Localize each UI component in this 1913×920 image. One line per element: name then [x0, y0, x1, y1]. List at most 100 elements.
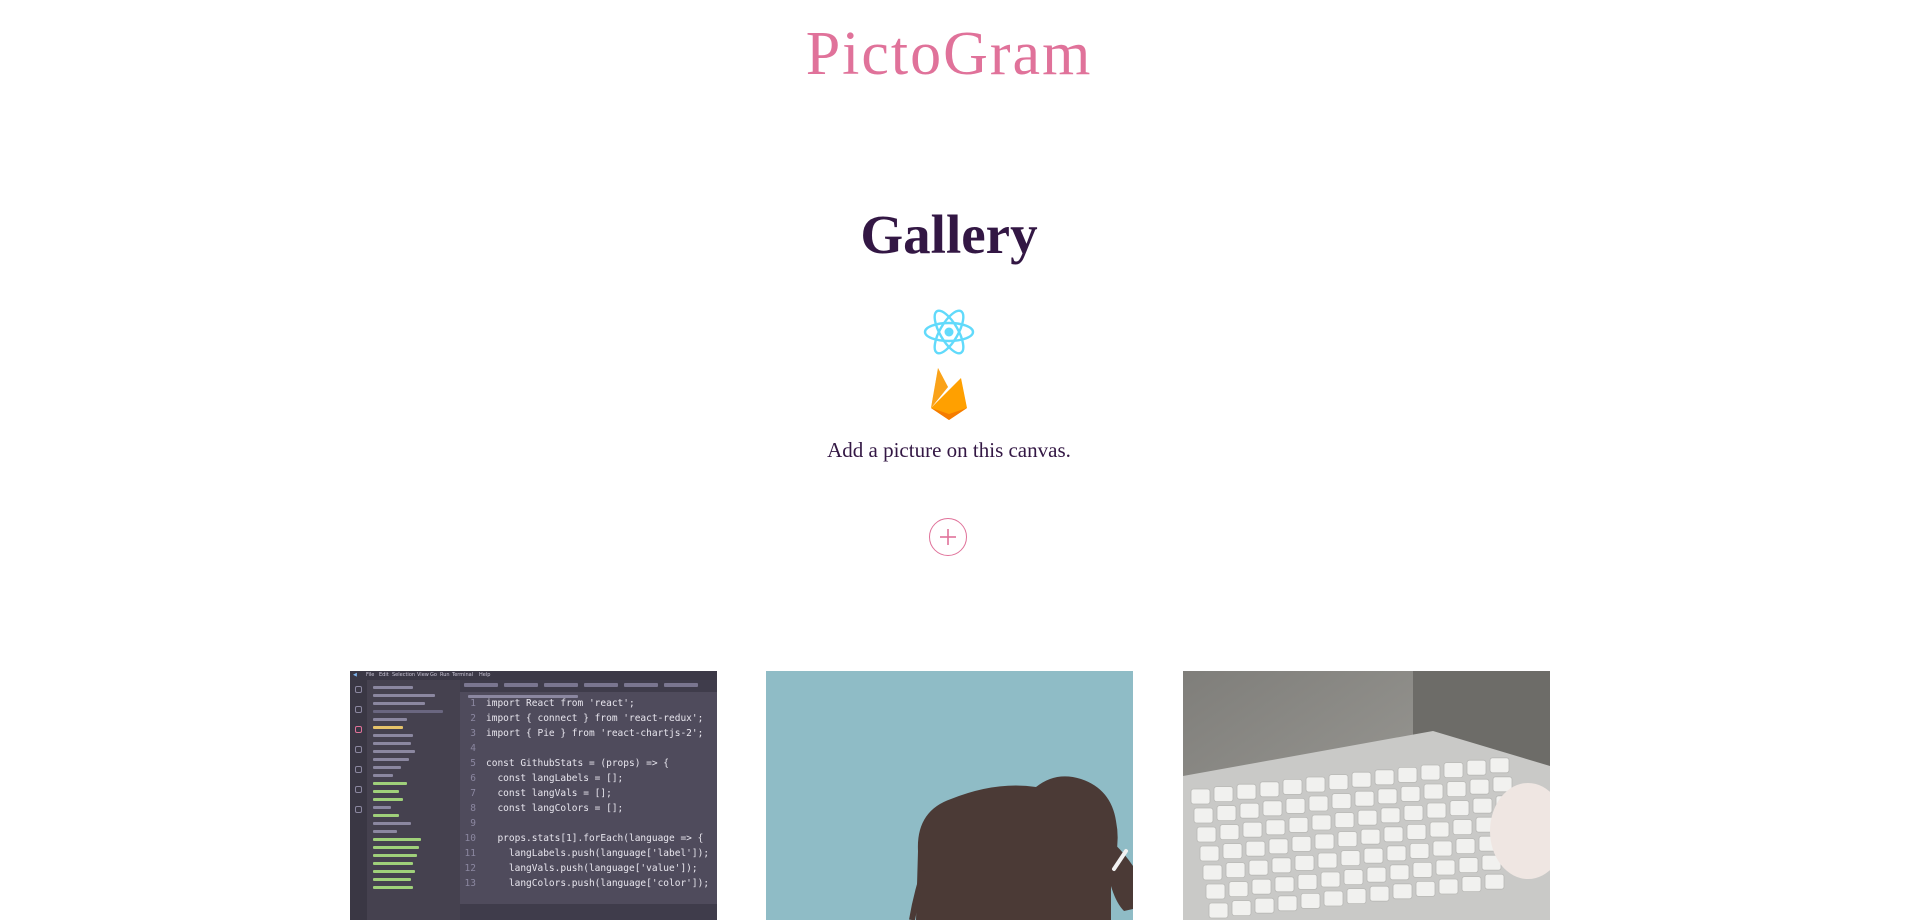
keyboard-key: [1208, 902, 1229, 919]
keyboard-key: [1389, 864, 1410, 881]
gallery-item-elephant[interactable]: [766, 671, 1133, 920]
keyboard-key: [1446, 781, 1467, 797]
keyboard-key: [1406, 823, 1427, 840]
menu-item: File: [366, 672, 375, 678]
keyboard-key: [1484, 873, 1505, 890]
keyboard-key: [1412, 861, 1433, 878]
keyboard-key: [1314, 833, 1335, 850]
keyboard-key: [1403, 804, 1424, 821]
keyboard-key: [1449, 800, 1470, 817]
firebase-logo-icon: [931, 368, 967, 420]
menu-item: Go: [430, 672, 437, 678]
keyboard-key: [1205, 883, 1226, 900]
code-line: 7 const langVals = [];: [470, 788, 612, 799]
react-logo-icon: [923, 309, 975, 355]
keyboard-key: [1199, 845, 1220, 862]
keyboard-key: [1222, 843, 1243, 860]
keyboard-key: [1242, 821, 1263, 838]
gallery-item-code-editor[interactable]: ◀ File Edit Selection View Go Run Termin…: [350, 671, 717, 920]
editor-terminal-panel: [460, 904, 717, 920]
vscode-logo-icon: ◀: [353, 672, 357, 678]
editor-file-explorer: [367, 680, 460, 920]
keyboard-photo: [1183, 671, 1550, 920]
keyboard-key: [1328, 774, 1349, 790]
keyboard-key: [1392, 883, 1413, 900]
code-line: 5 const GithubStats = (props) => {: [470, 758, 670, 769]
keyboard-key: [1213, 786, 1234, 802]
menu-item: Selection: [392, 672, 416, 678]
keyboard-key: [1334, 812, 1355, 829]
code-line: 1 import React from 'react';: [470, 698, 635, 709]
keyboard-key: [1374, 769, 1395, 786]
keyboard-key: [1248, 859, 1269, 876]
keyboard-key: [1236, 783, 1257, 800]
keyboard-key: [1231, 900, 1252, 917]
keyboard-key: [1320, 871, 1341, 888]
menu-item: Run: [440, 672, 450, 678]
plus-icon: [940, 529, 956, 545]
keyboard-key: [1377, 788, 1398, 805]
keyboard-key: [1435, 859, 1456, 876]
keyboard-key: [1420, 764, 1441, 781]
keyboard-key: [1282, 779, 1303, 795]
keyboard-key: [1323, 890, 1344, 907]
keyboard-key: [1423, 783, 1444, 800]
code-line: 6 const langLabels = [];: [470, 773, 624, 784]
keyboard-key: [1245, 840, 1266, 857]
keyboard-key: [1219, 824, 1240, 841]
keyboard-key: [1489, 757, 1510, 774]
keyboard-key: [1351, 771, 1372, 788]
keyboard-key: [1409, 842, 1430, 859]
keyboard-key: [1216, 805, 1237, 822]
keyboard-key: [1360, 828, 1381, 845]
keyboard-key: [1285, 798, 1306, 814]
keyboard-key: [1196, 826, 1217, 843]
keyboard-key: [1469, 778, 1490, 795]
editor-code-area: 1 import React from 'react'; 2 import { co…: [460, 698, 717, 920]
keyboard-key: [1415, 880, 1436, 897]
keyboard-key: [1343, 869, 1364, 886]
keyboard-key: [1288, 816, 1309, 833]
keyboard-key: [1259, 781, 1280, 798]
keyboard-key: [1397, 767, 1418, 783]
brand-title[interactable]: PictoGram: [0, 14, 1898, 94]
code-line: 3 import { Pie } from 'react-chartjs-2';: [470, 728, 704, 739]
keyboard-key: [1305, 776, 1326, 793]
add-picture-button[interactable]: [929, 518, 967, 556]
menu-item: Help: [479, 672, 491, 678]
gallery-subtitle: Add a picture on this canvas.: [827, 438, 1071, 462]
keyboard-key: [1366, 866, 1387, 883]
keyboard-key: [1193, 807, 1214, 824]
keyboard-key: [1432, 840, 1453, 857]
keyboard-key: [1443, 762, 1464, 778]
keyboard-key: [1268, 838, 1289, 855]
keyboard-key: [1461, 876, 1482, 893]
keyboard-key: [1383, 826, 1404, 843]
code-line: 4: [470, 743, 476, 754]
keyboard-key: [1294, 854, 1315, 871]
keyboard-key: [1369, 885, 1390, 902]
code-line: 13 langColors.push(language['color']);: [464, 878, 710, 889]
keyboard-key: [1346, 888, 1367, 905]
keyboard-key: [1458, 857, 1479, 874]
keyboard-key: [1354, 790, 1375, 807]
keyboard-key: [1308, 795, 1329, 812]
editor-activity-bar: [350, 680, 367, 920]
keyboard-key: [1429, 821, 1450, 838]
keyboard-key: [1274, 876, 1295, 893]
keyboard-key: [1340, 850, 1361, 867]
code-line: 12 langVals.push(language['value']);: [464, 863, 698, 874]
keyboard-key: [1277, 895, 1298, 912]
keyboard-key: [1300, 892, 1321, 909]
keyboard-key: [1271, 857, 1292, 874]
keyboard-key: [1357, 809, 1378, 826]
keyboard-key: [1291, 835, 1312, 852]
keyboard-key: [1466, 759, 1487, 776]
keyboard-key: [1262, 800, 1283, 817]
page: PictoGram Gallery Add a picture on this …: [0, 0, 1898, 920]
keyboard-key: [1400, 786, 1421, 802]
keyboard-key: [1363, 847, 1384, 864]
keyboard-key: [1380, 807, 1401, 824]
gallery-item-keyboard[interactable]: [1183, 671, 1550, 920]
keyboard-key: [1225, 862, 1246, 879]
